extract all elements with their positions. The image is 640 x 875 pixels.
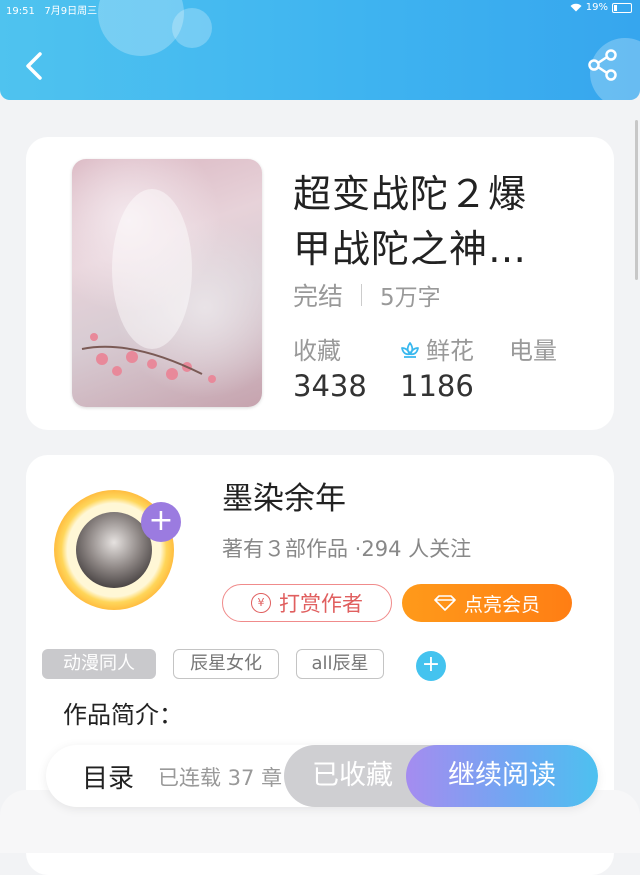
author-name[interactable]: 墨染余年 (222, 473, 346, 518)
battery-percent: 19% (585, 2, 608, 13)
book-status: 完结 (293, 282, 344, 311)
share-button[interactable] (586, 48, 620, 82)
vip-label: 点亮会员 (463, 593, 540, 616)
decor-bubble (172, 8, 212, 48)
intro-heading: 作品简介： (63, 701, 183, 729)
stat-value-flowers: 1186 (400, 369, 474, 403)
flower-icon (401, 342, 419, 358)
battery-icon (612, 2, 632, 13)
follow-author-button[interactable]: + (141, 502, 181, 542)
top-header: 19:51 7月9日周三 19% (0, 0, 640, 100)
tag-item[interactable]: all辰星 (296, 649, 384, 679)
stat-label-power[interactable]: 电量 (509, 331, 557, 366)
scrollbar[interactable] (635, 120, 638, 280)
stat-value-collect: 3438 (293, 369, 367, 403)
chapter-count[interactable]: 已连载 37 章 (158, 762, 282, 792)
book-word-count: 5万字 (380, 285, 441, 311)
share-icon (588, 49, 617, 81)
status-date: 7月9日周三 (44, 6, 98, 17)
author-works-followers: 著有３部作品 ·294 人关注 (222, 537, 472, 561)
status-time-date: 19:51 7月9日周三 (6, 2, 97, 17)
activate-vip-button[interactable]: 点亮会员 (402, 584, 572, 622)
tag-item[interactable]: 辰星女化 (173, 649, 279, 679)
diamond-icon (434, 595, 456, 611)
book-info-card: 超变战陀２爆 甲战陀之神… 完结 5万字 收藏 鲜花 电量 3438 1186 (26, 137, 614, 430)
stat-label-collect: 收藏 (293, 337, 341, 365)
add-tag-button[interactable]: + (416, 651, 446, 681)
chevron-left-icon (26, 52, 42, 80)
book-meta: 完结 5万字 (293, 277, 441, 313)
book-title: 超变战陀２爆 甲战陀之神… (293, 172, 528, 271)
tag-item[interactable]: 动漫同人 (42, 649, 156, 679)
reward-author-button[interactable]: ¥ 打赏作者 (222, 584, 392, 622)
status-indicators: 19% (570, 2, 632, 13)
stat-label-flowers[interactable]: 鲜花 (398, 331, 474, 366)
divider (361, 284, 363, 306)
continue-reading-button[interactable]: 继续阅读 (406, 745, 598, 807)
stat-label-flowers-text: 鲜花 (426, 337, 474, 365)
cover-art (81, 189, 216, 383)
yen-icon: ¥ (251, 593, 271, 613)
back-button[interactable] (18, 46, 52, 86)
reward-label: 打赏作者 (279, 592, 363, 616)
wifi-icon (570, 3, 582, 12)
book-cover-image[interactable] (72, 159, 262, 407)
status-time: 19:51 (6, 6, 35, 17)
bottom-action-bar: 目录 已连载 37 章 已收藏 继续阅读 (46, 745, 598, 807)
toc-button[interactable]: 目录 (82, 758, 134, 795)
